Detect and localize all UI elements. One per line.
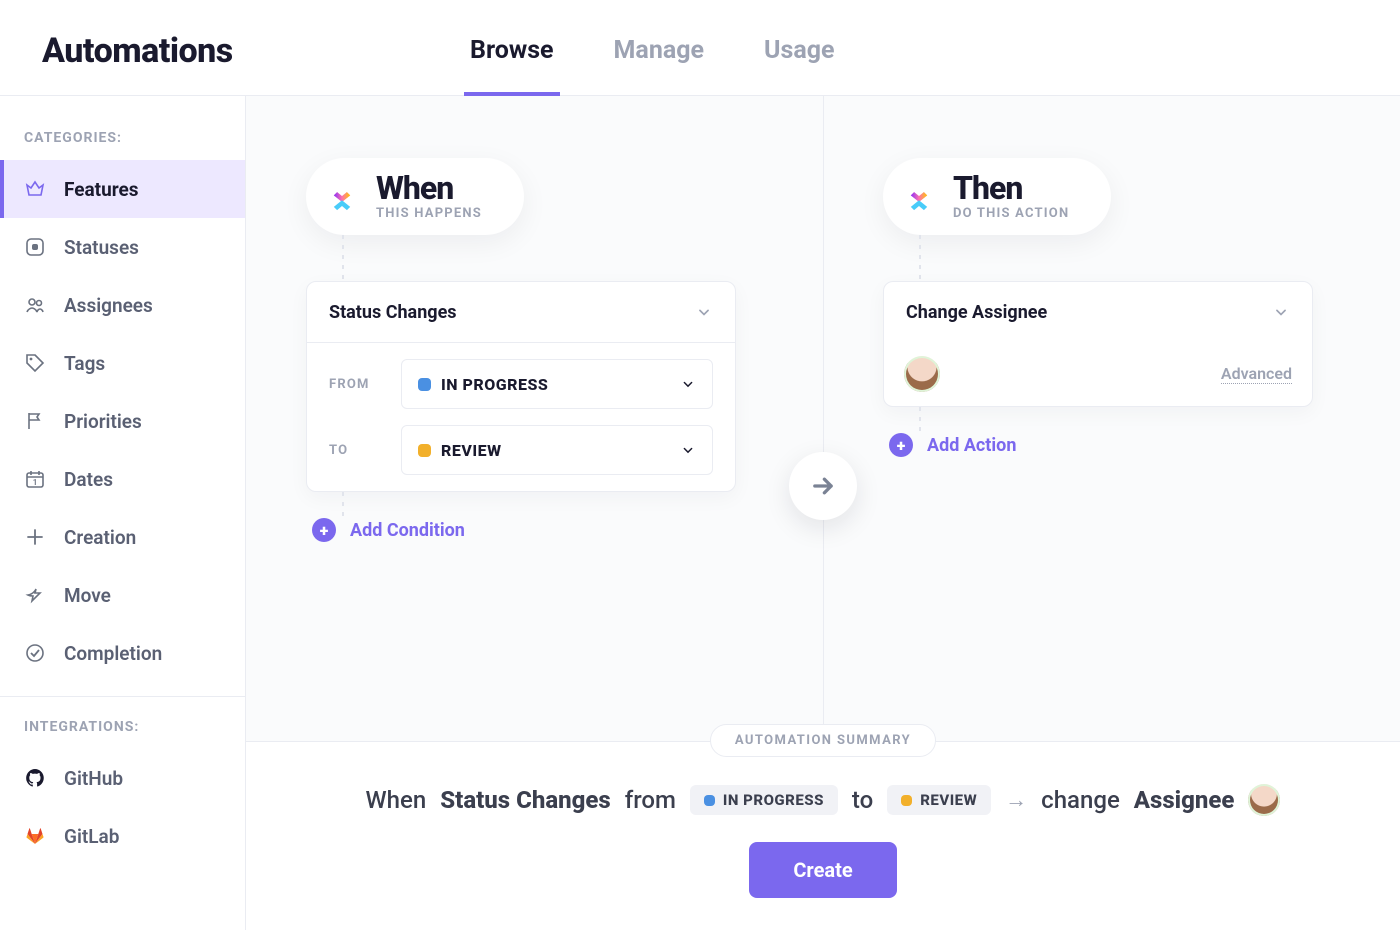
sidebar-item-assignees[interactable]: Assignees: [0, 276, 245, 334]
when-column: When THIS HAPPENS Status Changes FROM: [246, 96, 823, 741]
sidebar-item-label: Features: [64, 178, 139, 201]
logo-icon: [901, 179, 937, 215]
plus-circle-icon: +: [312, 518, 336, 542]
then-column: Then DO THIS ACTION Change Assignee Adva…: [823, 96, 1400, 741]
divider: [0, 696, 245, 697]
sidebar-item-label: GitLab: [64, 825, 119, 848]
sidebar-item-github[interactable]: GitHub: [0, 749, 245, 807]
sidebar-categories-label: CATEGORIES:: [0, 122, 245, 160]
sidebar-integrations-label: INTEGRATIONS:: [0, 711, 245, 749]
sidebar-item-priorities[interactable]: Priorities: [0, 392, 245, 450]
github-icon: [24, 767, 46, 789]
status-color-dot: [418, 378, 431, 391]
summary-from-badge: IN PROGRESS: [690, 785, 838, 815]
trigger-card: Status Changes FROM IN PROGRESS TO: [306, 281, 736, 492]
header: Automations Browse Manage Usage: [0, 0, 1400, 96]
status-color-dot: [418, 444, 431, 457]
sidebar-item-dates[interactable]: Dates: [0, 450, 245, 508]
sidebar-item-label: Completion: [64, 642, 162, 665]
crown-icon: [24, 178, 46, 200]
share-icon: [24, 584, 46, 606]
summary-to-badge: REVIEW: [887, 785, 991, 815]
sidebar-item-features[interactable]: Features: [0, 160, 245, 218]
flag-icon: [24, 410, 46, 432]
summary-change-word: change: [1041, 786, 1120, 814]
to-status-value: REVIEW: [441, 441, 502, 460]
sidebar-item-completion[interactable]: Completion: [0, 624, 245, 682]
main: When THIS HAPPENS Status Changes FROM: [246, 96, 1400, 930]
when-chip: When THIS HAPPENS: [306, 158, 524, 235]
sidebar-item-statuses[interactable]: Statuses: [0, 218, 245, 276]
sidebar-item-label: Priorities: [64, 410, 142, 433]
then-subtitle: DO THIS ACTION: [953, 206, 1069, 221]
trigger-select[interactable]: Status Changes: [307, 282, 735, 342]
summary-pill: AUTOMATION SUMMARY: [710, 724, 936, 757]
plus-circle-icon: +: [889, 433, 913, 457]
arrow-divider: [789, 452, 857, 520]
when-subtitle: THIS HAPPENS: [376, 206, 482, 221]
summary-when-word: When: [366, 786, 427, 814]
status-icon: [24, 236, 46, 258]
sidebar-item-label: Creation: [64, 526, 136, 549]
sidebar-item-label: Move: [64, 584, 111, 607]
add-action-label: Add Action: [927, 435, 1016, 456]
summary-target: Assignee: [1134, 786, 1235, 814]
plus-icon: [24, 526, 46, 548]
action-card: Change Assignee Advanced: [883, 281, 1313, 407]
automation-builder: When THIS HAPPENS Status Changes FROM: [246, 96, 1400, 741]
to-status-select[interactable]: REVIEW: [401, 425, 713, 475]
tab-usage[interactable]: Usage: [764, 36, 834, 95]
chevron-down-icon: [680, 376, 696, 392]
sidebar-item-tags[interactable]: Tags: [0, 334, 245, 392]
tab-browse[interactable]: Browse: [470, 36, 554, 95]
from-label: FROM: [329, 377, 385, 392]
summary-trigger: Status Changes: [440, 786, 610, 814]
then-title: Then: [953, 172, 1069, 204]
assignee-avatar[interactable]: [904, 356, 940, 392]
add-condition-button[interactable]: + Add Condition: [312, 518, 465, 542]
gitlab-icon: [24, 825, 46, 847]
sidebar: CATEGORIES: Features Statuses Assignees …: [0, 96, 246, 930]
summary-avatar: [1248, 784, 1280, 816]
sidebar-item-gitlab[interactable]: GitLab: [0, 807, 245, 865]
sidebar-item-label: GitHub: [64, 767, 123, 790]
chevron-down-icon: [680, 442, 696, 458]
sidebar-item-label: Tags: [64, 352, 105, 375]
summary-from-word: from: [625, 786, 676, 814]
sidebar-item-creation[interactable]: Creation: [0, 508, 245, 566]
arrow-right-icon: →: [1005, 787, 1027, 813]
sidebar-item-label: Dates: [64, 468, 113, 491]
automation-summary: AUTOMATION SUMMARY When Status Changes f…: [246, 741, 1400, 930]
from-status-select[interactable]: IN PROGRESS: [401, 359, 713, 409]
advanced-link[interactable]: Advanced: [1221, 364, 1292, 384]
logo-icon: [324, 179, 360, 215]
action-label: Change Assignee: [906, 302, 1047, 323]
tabs: Browse Manage Usage: [470, 36, 834, 95]
sidebar-item-label: Assignees: [64, 294, 153, 317]
people-icon: [24, 294, 46, 316]
then-chip: Then DO THIS ACTION: [883, 158, 1111, 235]
page-title: Automations: [0, 31, 470, 95]
add-action-button[interactable]: + Add Action: [889, 433, 1016, 457]
summary-to-word: to: [852, 786, 873, 814]
to-label: TO: [329, 443, 385, 458]
sidebar-item-move[interactable]: Move: [0, 566, 245, 624]
check-icon: [24, 642, 46, 664]
action-select[interactable]: Change Assignee: [884, 282, 1312, 342]
calendar-icon: [24, 468, 46, 490]
sidebar-item-label: Statuses: [64, 236, 139, 259]
chevron-down-icon: [695, 303, 713, 321]
create-button[interactable]: Create: [749, 842, 896, 898]
from-status-value: IN PROGRESS: [441, 375, 548, 394]
add-condition-label: Add Condition: [350, 520, 465, 541]
chevron-down-icon: [1272, 303, 1290, 321]
trigger-label: Status Changes: [329, 302, 457, 323]
when-title: When: [376, 172, 482, 204]
tag-icon: [24, 352, 46, 374]
summary-line: When Status Changes from IN PROGRESS to …: [366, 784, 1281, 816]
tab-manage[interactable]: Manage: [614, 36, 704, 95]
